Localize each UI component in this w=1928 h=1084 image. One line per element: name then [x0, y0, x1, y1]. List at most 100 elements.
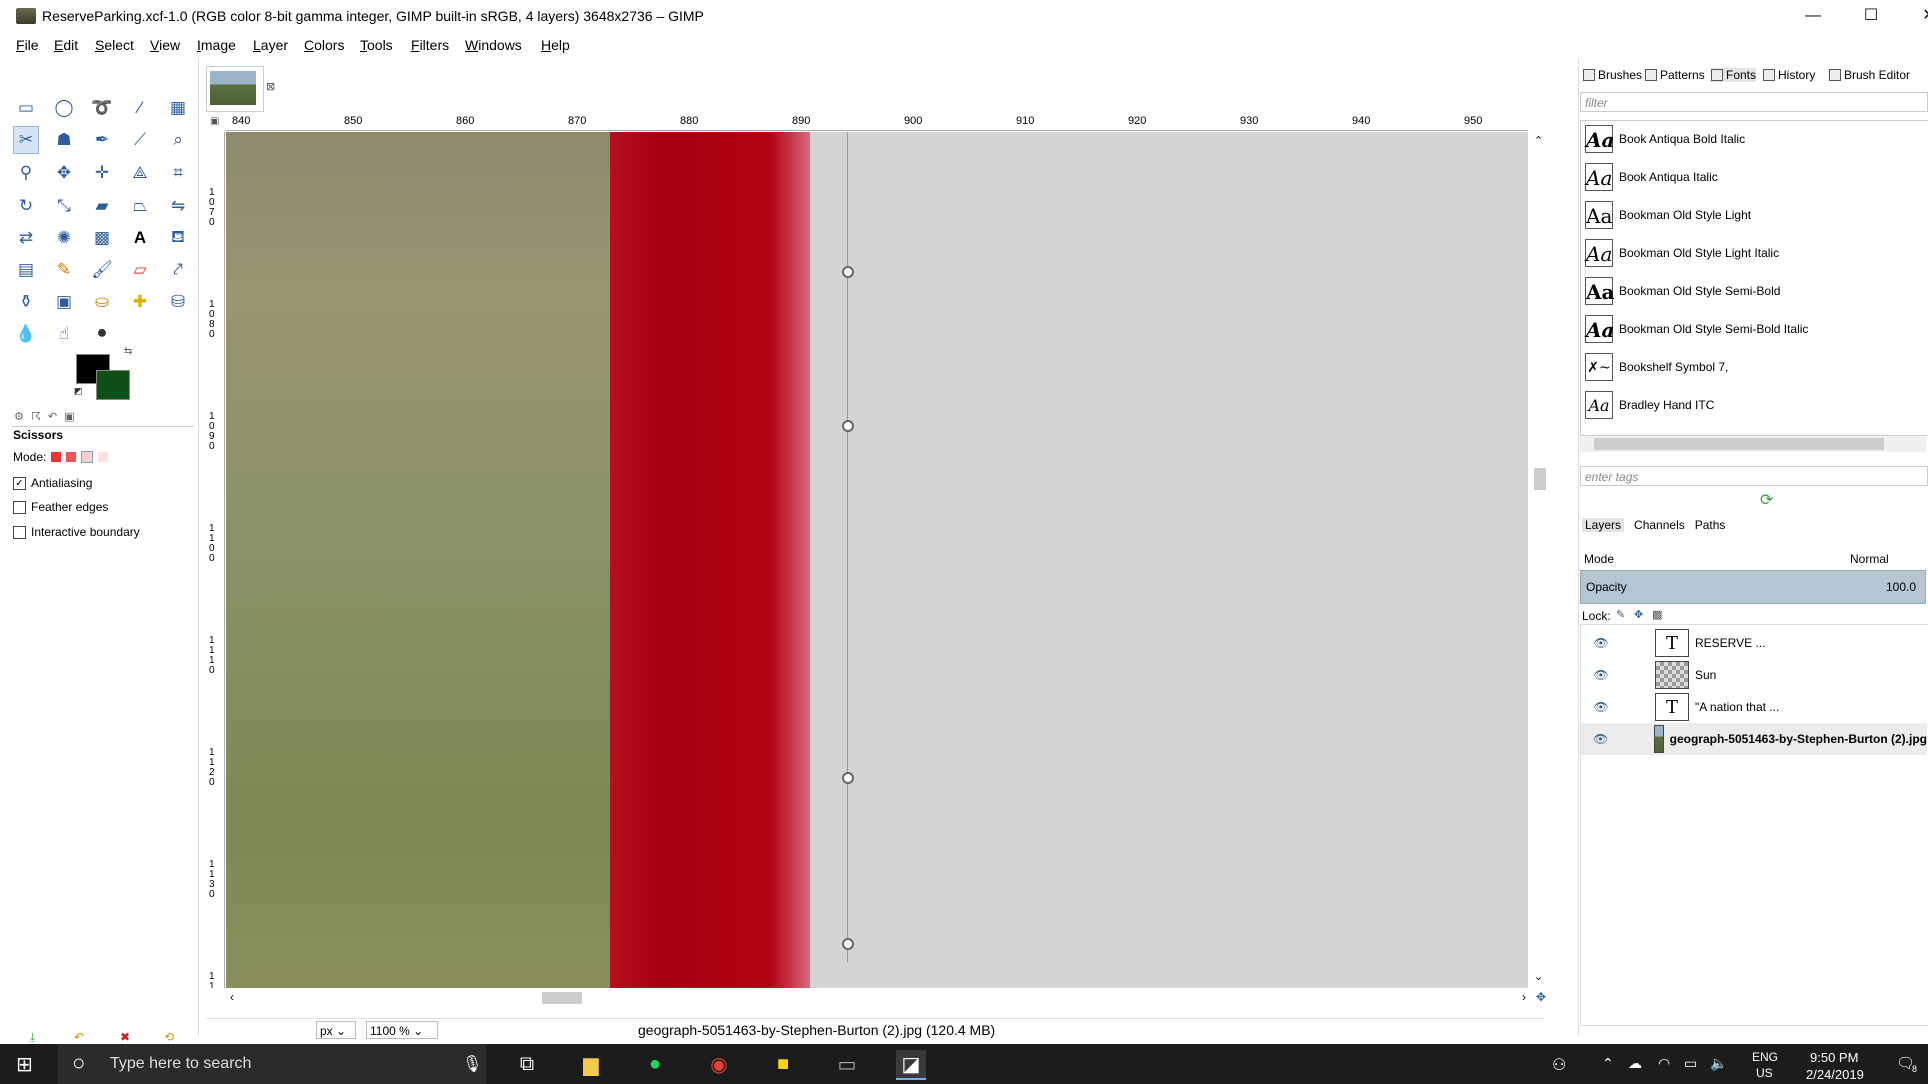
blur-icon[interactable]: 💧: [13, 320, 39, 348]
vertical-scrollbar[interactable]: ⌃ ⌄: [1532, 132, 1548, 988]
maximize-button[interactable]: ☐: [1848, 0, 1894, 32]
vertical-scroll-thumb[interactable]: [1534, 468, 1546, 490]
menu-view[interactable]: View: [150, 37, 180, 53]
move-icon[interactable]: ✥: [51, 159, 77, 187]
default-colors-icon[interactable]: ◩: [74, 386, 83, 397]
clone-icon[interactable]: ⛀: [89, 288, 115, 316]
list-item[interactable]: Aa Bookman Old Style Semi-Bold Italic: [1581, 313, 1921, 344]
perspective-icon[interactable]: ⏢: [127, 192, 153, 220]
menu-tools[interactable]: Tools: [360, 37, 393, 53]
tab-layers[interactable]: Layers: [1582, 518, 1625, 532]
windows-start-icon[interactable]: ⊞: [16, 1052, 33, 1077]
mode-add-icon[interactable]: [66, 452, 77, 462]
list-item[interactable]: ✗~ Bookshelf Symbol 7,: [1581, 351, 1921, 382]
undo-tab-icon[interactable]: ↶: [48, 411, 57, 423]
font-list-hscroll[interactable]: [1580, 436, 1926, 452]
list-item[interactable]: Aa Bookman Old Style Light Italic: [1581, 237, 1921, 268]
file-explorer-icon[interactable]: ▆: [576, 1050, 606, 1078]
lock-position-icon[interactable]: ✥: [1634, 608, 1643, 621]
airbrush-icon[interactable]: ⤤: [165, 256, 191, 284]
navigate-icon[interactable]: ✥: [1536, 990, 1546, 1004]
layer-mode-select[interactable]: Normal: [1850, 552, 1889, 566]
color-select-icon[interactable]: ▦: [165, 94, 191, 122]
tab-history[interactable]: History: [1763, 68, 1815, 82]
horizontal-scrollbar[interactable]: ‹ › ✥: [226, 990, 1548, 1006]
gradient-icon[interactable]: ▤: [13, 256, 39, 284]
ellipse-select-icon[interactable]: ◯: [51, 94, 77, 122]
scissors-select-icon[interactable]: ✂: [13, 126, 39, 154]
layers-list[interactable]: 👁 T RESERVE ... 👁 Sun 👁 T "A nation that…: [1580, 624, 1928, 1026]
scissors-control-point[interactable]: [842, 938, 854, 950]
paths-icon[interactable]: ✒: [89, 126, 115, 154]
mypaint-brush-icon[interactable]: ▣: [51, 288, 77, 316]
perspective-clone-icon[interactable]: ⛁: [165, 288, 191, 316]
tab-paths[interactable]: Paths: [1695, 518, 1726, 532]
mode-subtract-icon[interactable]: [81, 451, 94, 463]
free-select-icon[interactable]: ➰: [89, 94, 115, 122]
menu-filters[interactable]: Filters: [411, 37, 449, 53]
rotate-icon[interactable]: ↻: [13, 192, 39, 220]
task-view-icon[interactable]: ⧉: [512, 1050, 542, 1078]
menu-edit[interactable]: Edit: [54, 37, 78, 53]
menu-help[interactable]: Help: [541, 37, 570, 53]
feather-option[interactable]: Feather edges: [13, 500, 108, 514]
warp-icon[interactable]: ✺: [51, 224, 77, 252]
measure-icon[interactable]: ⚲: [13, 159, 39, 187]
unified-transform-icon[interactable]: ▩: [89, 224, 115, 252]
battery-icon[interactable]: ▭: [1684, 1055, 1697, 1072]
wifi-icon[interactable]: ◠: [1658, 1055, 1670, 1072]
opacity-slider[interactable]: [1580, 570, 1926, 604]
rect-select-icon[interactable]: ▭: [13, 94, 39, 122]
swap-colors-icon[interactable]: ⇆: [124, 346, 132, 357]
list-item[interactable]: Aa Book Antiqua Italic: [1581, 161, 1921, 192]
scissors-control-point[interactable]: [842, 420, 854, 432]
font-list-scroll-thumb[interactable]: [1594, 438, 1884, 450]
visibility-eye-icon[interactable]: 👁: [1593, 668, 1609, 682]
chrome-icon[interactable]: ◉: [704, 1050, 734, 1078]
interactive-boundary-checkbox[interactable]: [13, 525, 26, 539]
reset-options-icon[interactable]: ⟲: [164, 1030, 174, 1044]
font-filter-input[interactable]: filter: [1580, 92, 1928, 112]
minimize-button[interactable]: —: [1790, 0, 1836, 32]
spotify-icon[interactable]: ●: [640, 1050, 670, 1078]
image-canvas[interactable]: [226, 132, 1528, 988]
scroll-right-icon[interactable]: ›: [1522, 990, 1526, 1004]
visibility-eye-icon[interactable]: 👁: [1593, 700, 1609, 714]
dodge-burn-icon[interactable]: ⚫: [89, 320, 115, 348]
horizontal-scroll-thumb[interactable]: [542, 992, 582, 1004]
shear-icon[interactable]: ▰: [89, 192, 115, 220]
list-item[interactable]: Aa Bookman Old Style Semi-Bold: [1581, 275, 1921, 306]
terminal-icon[interactable]: ▭: [832, 1050, 862, 1078]
unit-select[interactable]: px ⌄: [316, 1021, 356, 1039]
layer-row[interactable]: 👁 geograph-5051463-by-Stephen-Burton (2)…: [1581, 723, 1927, 755]
delete-options-icon[interactable]: ✖: [120, 1030, 130, 1044]
menu-layer[interactable]: Layer: [253, 37, 288, 53]
refresh-fonts-icon[interactable]: ⟳: [1760, 490, 1773, 510]
pencil-icon[interactable]: ✎: [51, 256, 77, 284]
tab-channels-label[interactable]: Channels: [1634, 518, 1685, 532]
layer-row[interactable]: 👁 T "A nation that ...: [1581, 691, 1927, 723]
antialiasing-option[interactable]: ✓ Antialiasing: [13, 476, 92, 490]
mode-intersect-icon[interactable]: [98, 452, 109, 462]
people-icon[interactable]: ⚇: [1552, 1055, 1566, 1075]
tab-patterns[interactable]: Patterns: [1645, 68, 1705, 82]
flip-icon[interactable]: ⇋: [165, 192, 191, 220]
tool-options-tab-icon[interactable]: ⚙: [14, 411, 24, 423]
layer-row[interactable]: 👁 Sun: [1581, 659, 1927, 691]
tab-brushes[interactable]: Brushes: [1583, 68, 1642, 82]
heal-icon[interactable]: ✚: [127, 288, 153, 316]
bucket-fill-icon[interactable]: ⛾: [165, 224, 191, 252]
color-picker-icon[interactable]: ⟋: [127, 126, 153, 154]
fuzzy-select-icon[interactable]: ⁄: [127, 94, 153, 122]
menu-image[interactable]: Image: [197, 37, 236, 53]
menu-select[interactable]: Select: [95, 37, 134, 53]
zoom-icon[interactable]: ⌕: [165, 126, 191, 154]
scroll-down-icon[interactable]: ⌄: [1534, 970, 1543, 983]
lock-pixels-icon[interactable]: ✎: [1616, 608, 1625, 621]
gimp-taskbar-icon[interactable]: ◪: [896, 1050, 926, 1080]
scroll-up-icon[interactable]: ⌃: [1534, 134, 1543, 147]
images-tab-icon[interactable]: ▣: [64, 411, 74, 423]
visibility-eye-icon[interactable]: 👁: [1593, 636, 1609, 650]
taskbar-search-placeholder[interactable]: Type here to search: [110, 1055, 251, 1073]
text-tool-icon[interactable]: A: [127, 224, 153, 252]
